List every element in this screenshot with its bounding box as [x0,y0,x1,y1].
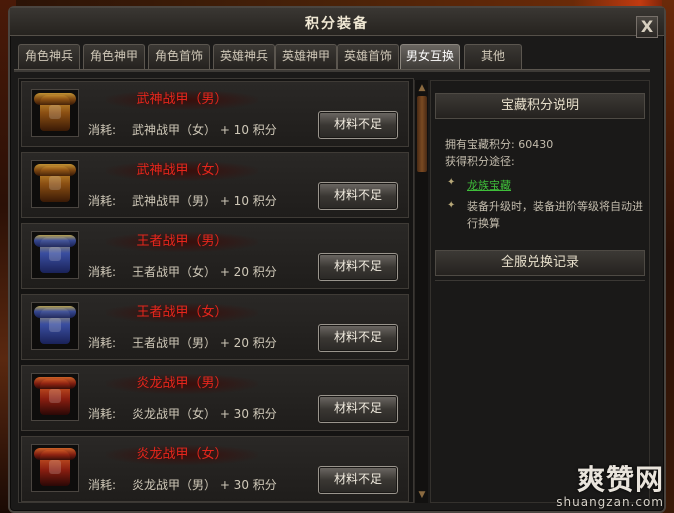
exchange-button[interactable]: 材料不足 [318,395,398,423]
red-armor-icon [34,448,76,486]
item-name: 武神战甲（女） [106,161,258,181]
upgrade-conversion-note: 装备升级时，装备进阶等级将自动进行换算 [467,200,643,230]
exchange-button[interactable]: 材料不足 [318,182,398,210]
cost-label: 消耗: [88,336,117,350]
red-armor-icon [34,377,76,415]
blue-armor-icon [34,306,76,344]
blue-armor-icon [34,235,76,273]
tab-role-armor[interactable]: 角色神甲 [83,44,145,69]
item-slot[interactable] [31,160,79,208]
gold-armor-icon [34,93,76,131]
dragon-treasure-link[interactable]: 龙族宝藏 [467,177,511,193]
list-item: 炎龙战甲（男） 消耗: 炎龙战甲（女） + 30 积分 材料不足 [21,365,409,431]
cost-text: 武神战甲（女） + 10 积分 [132,123,277,137]
bullet-icon: ✦ [447,177,456,188]
item-name: 炎龙战甲（女） [106,445,258,465]
tab-role-jewelry[interactable]: 角色首饰 [148,44,210,69]
info-panel: 宝藏积分说明 拥有宝藏积分: 60430 获得积分途径: ✦ 龙族宝藏 ✦ 装备… [430,80,650,503]
exchange-button[interactable]: 材料不足 [318,111,398,139]
item-slot[interactable] [31,444,79,492]
item-name: 王者战甲（男） [106,232,258,252]
watermark-url: shuangzan.com [556,495,664,509]
cost-text: 炎龙战甲（女） + 30 积分 [132,407,277,421]
list-item: 武神战甲（女） 消耗: 武神战甲（男） + 10 积分 材料不足 [21,152,409,218]
points-ways-label: 获得积分途径: [445,155,515,168]
tab-divider [14,69,650,72]
scroll-down-arrow-icon[interactable]: ▼ [416,489,428,501]
list-item: 王者战甲（女） 消耗: 王者战甲（男） + 20 积分 材料不足 [21,294,409,360]
list-item: 武神战甲（男） 消耗: 武神战甲（女） + 10 积分 材料不足 [21,81,409,147]
item-slot[interactable] [31,302,79,350]
item-name: 炎龙战甲（男） [106,374,258,394]
bullet-icon: ✦ [447,200,456,211]
points-info-header: 宝藏积分说明 [435,93,645,119]
cost-label: 消耗: [88,407,117,421]
window-title: 积分装备 [305,16,369,32]
item-slot[interactable] [31,231,79,279]
tab-hero-weapon[interactable]: 英雄神兵 [213,44,275,69]
tab-hero-jewelry[interactable]: 英雄首饰 [337,44,399,69]
exchange-button[interactable]: 材料不足 [318,253,398,281]
tab-role-weapon[interactable]: 角色神兵 [18,44,80,69]
list-scrollbar[interactable]: ▲ ▼ [414,80,428,503]
cost-text: 炎龙战甲（男） + 30 积分 [132,478,277,492]
cost-label: 消耗: [88,123,117,137]
server-exchange-record-header[interactable]: 全服兑换记录 [435,250,645,276]
item-slot[interactable] [31,373,79,421]
tab-hero-armor[interactable]: 英雄神甲 [275,44,337,69]
tab-gender-swap[interactable]: 男女互换 [400,44,460,69]
tab-other[interactable]: 其他 [464,44,522,69]
cost-text: 王者战甲（男） + 20 积分 [132,336,277,350]
cost-text: 王者战甲（女） + 20 积分 [132,265,277,279]
watermark-logo: 爽赞网 [576,463,664,496]
panel-divider [435,280,645,281]
window-titlebar[interactable]: 积分装备 [10,8,664,36]
item-slot[interactable] [31,89,79,137]
scroll-up-arrow-icon[interactable]: ▲ [416,82,428,94]
list-item: 王者战甲（男） 消耗: 王者战甲（女） + 20 积分 材料不足 [21,223,409,289]
cost-label: 消耗: [88,478,117,492]
list-item: 炎龙战甲（女） 消耗: 炎龙战甲（男） + 30 积分 材料不足 [21,436,409,502]
gold-armor-icon [34,164,76,202]
scroll-thumb[interactable] [417,96,427,172]
cost-text: 武神战甲（男） + 10 积分 [132,194,277,208]
exchange-button[interactable]: 材料不足 [318,324,398,352]
site-watermark: 爽赞网 shuangzan.com [556,463,664,510]
item-name: 王者战甲（女） [106,303,258,323]
close-button[interactable]: X [636,16,658,38]
close-icon: X [640,17,654,36]
exchange-button[interactable]: 材料不足 [318,466,398,494]
exchange-list: 武神战甲（男） 消耗: 武神战甲（女） + 10 积分 材料不足 武神战甲（女）… [18,78,414,503]
cost-label: 消耗: [88,194,117,208]
cost-label: 消耗: [88,265,117,279]
item-name: 武神战甲（男） [106,90,258,110]
points-balance: 拥有宝藏积分: 60430 [445,138,554,151]
